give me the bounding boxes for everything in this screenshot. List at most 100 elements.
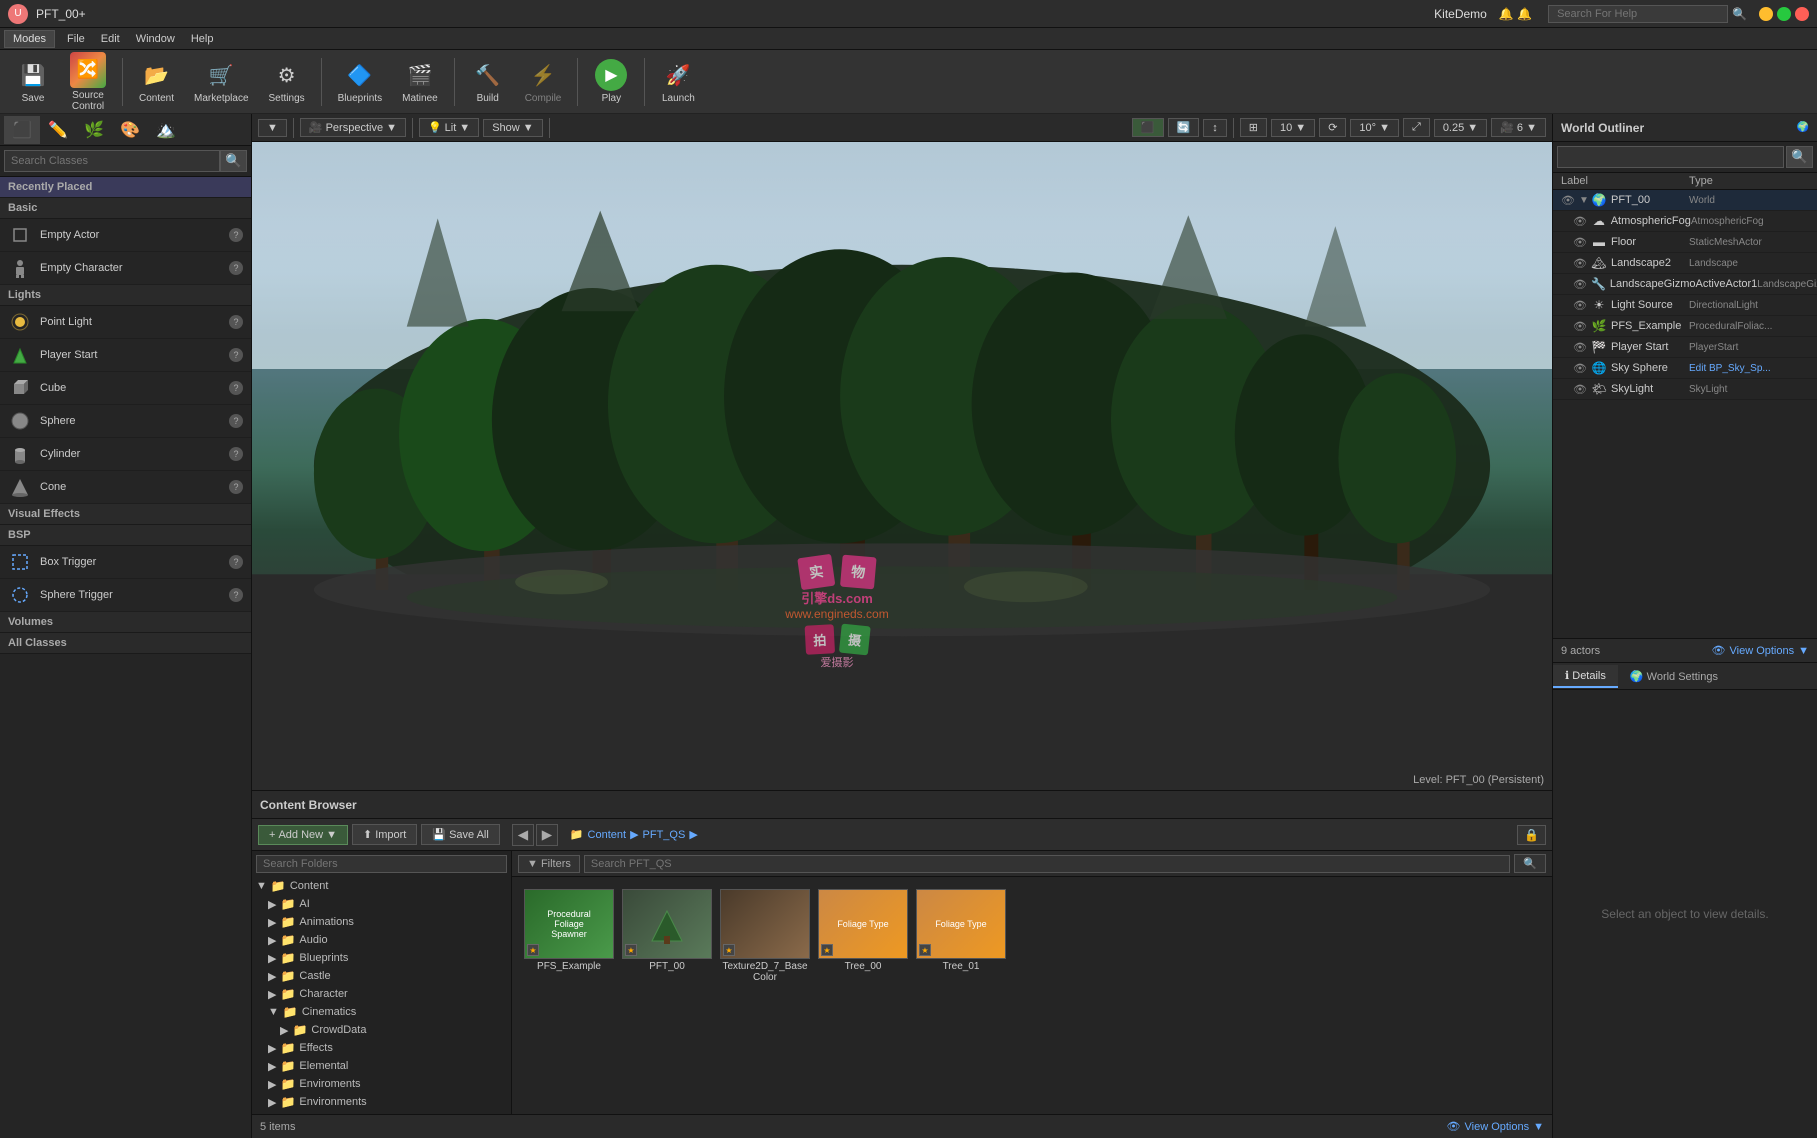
cb-search-input[interactable] [584, 855, 1510, 873]
scale-size[interactable]: 0.25 ▼ [1434, 119, 1487, 137]
class-search-button[interactable]: 🔍 [220, 150, 247, 172]
cb-breadcrumb-pftqs[interactable]: PFT_QS [643, 829, 686, 841]
mode-brush[interactable]: ✏️ [40, 116, 76, 144]
folder-animations[interactable]: ▶ 📁 Animations [252, 913, 511, 931]
close-button[interactable] [1795, 7, 1809, 21]
scale-btn[interactable]: ↕ [1203, 119, 1227, 137]
save-button[interactable]: 💾 Save [8, 55, 58, 108]
cb-item-pfs-example[interactable]: ★ ProceduralFoliageSpawner PFS_Example [524, 889, 614, 983]
marketplace-button[interactable]: 🛒 Marketplace [186, 55, 256, 108]
rot-size[interactable]: 10° ▼ [1350, 119, 1399, 137]
cb-item-tree00[interactable]: ★ Foliage Type Tree_00 [818, 889, 908, 983]
folder-castle[interactable]: ▶ 📁 Castle [252, 967, 511, 985]
show-btn[interactable]: Show ▼ [483, 119, 542, 137]
item-cone[interactable]: Cone ? [0, 471, 251, 504]
eye-pfs[interactable]: 👁 [1573, 319, 1587, 333]
cb-search-button[interactable]: 🔍 [1514, 854, 1546, 873]
menu-help[interactable]: Help [183, 31, 222, 47]
settings-button[interactable]: ⚙ Settings [261, 55, 313, 108]
sphere-info[interactable]: ? [229, 414, 243, 428]
compile-button[interactable]: ⚡ Compile [517, 55, 570, 108]
cat-recently-placed[interactable]: Recently Placed [0, 177, 251, 198]
folder-cinematics[interactable]: ▼ 📁 Cinematics [252, 1003, 511, 1021]
cb-back-button[interactable]: ◀ [512, 824, 534, 846]
tab-world-settings[interactable]: 🌍 World Settings [1618, 666, 1730, 687]
outliner-search-input[interactable] [1557, 146, 1784, 168]
grid-size[interactable]: 10 ▼ [1271, 119, 1315, 137]
perspective-btn[interactable]: 🎥 Perspective ▼ [300, 118, 406, 137]
item-sphere[interactable]: Sphere ? [0, 405, 251, 438]
outliner-item-world[interactable]: 👁 ▼ 🌍 PFT_00 World [1553, 190, 1817, 211]
eye-skysphere[interactable]: 👁 [1573, 361, 1587, 375]
folder-elemental[interactable]: ▶ 📁 Elemental [252, 1057, 511, 1075]
outliner-item-skysphere[interactable]: 👁 🌐 Sky Sphere Edit BP_Sky_Sp... [1553, 358, 1817, 379]
item-point-light[interactable]: Point Light ? [0, 306, 251, 339]
cb-lock[interactable]: 🔒 [1517, 825, 1546, 845]
outliner-col-type[interactable]: Type [1689, 175, 1809, 187]
folder-enviroments[interactable]: ▶ 📁 Enviroments [252, 1075, 511, 1093]
outliner-item-landgizmo[interactable]: 👁 🔧 LandscapeGizmoActiveActor1 Landscape… [1553, 274, 1817, 295]
folder-ai[interactable]: ▶ 📁 AI [252, 895, 511, 913]
grid-snap-btn[interactable]: ⊞ [1240, 118, 1267, 137]
cube-info[interactable]: ? [229, 381, 243, 395]
cat-bsp[interactable]: BSP [0, 525, 251, 546]
minimize-button[interactable] [1759, 7, 1773, 21]
rot-snap-btn[interactable]: ⟳ [1319, 118, 1346, 137]
outliner-view-options[interactable]: 👁 View Options ▼ [1712, 644, 1809, 657]
expand-pft00[interactable]: ▼ [1579, 195, 1591, 206]
eye-floor[interactable]: 👁 [1573, 235, 1587, 249]
mode-paint[interactable]: 🎨 [112, 116, 148, 144]
folder-environments[interactable]: ▶ 📁 Environments [252, 1093, 511, 1111]
item-sphere-trigger[interactable]: Sphere Trigger ? [0, 579, 251, 612]
modes-button[interactable]: Modes [4, 30, 55, 48]
outliner-col-label[interactable]: Label [1561, 175, 1689, 187]
eye-playerstart[interactable]: 👁 [1573, 340, 1587, 354]
search-help-input[interactable] [1548, 5, 1728, 23]
folder-effects[interactable]: ▶ 📁 Effects [252, 1039, 511, 1057]
launch-button[interactable]: 🚀 Launch [653, 55, 703, 108]
item-cube[interactable]: Cube ? [0, 372, 251, 405]
box-trigger-info[interactable]: ? [229, 555, 243, 569]
folder-audio[interactable]: ▶ 📁 Audio [252, 931, 511, 949]
eye-pft00[interactable]: 👁 [1561, 193, 1575, 207]
cb-forward-button[interactable]: ▶ [536, 824, 558, 846]
empty-character-info[interactable]: ? [229, 261, 243, 275]
play-button[interactable]: ▶ Play [586, 55, 636, 108]
mode-select[interactable]: ⬛ [4, 116, 40, 144]
add-new-button[interactable]: + Add New ▼ [258, 825, 348, 845]
cb-breadcrumb-content[interactable]: Content [588, 829, 627, 841]
menu-file[interactable]: File [59, 31, 93, 47]
save-all-button[interactable]: 💾 Save All [421, 824, 499, 845]
class-search-input[interactable] [4, 150, 220, 172]
blueprints-button[interactable]: 🔷 Blueprints [330, 55, 390, 108]
empty-actor-info[interactable]: ? [229, 228, 243, 242]
cb-item-texture2d[interactable]: ★ Texture2D_7_BaseColor [720, 889, 810, 983]
folder-content[interactable]: ▼ 📁 Content [252, 877, 511, 895]
tab-details[interactable]: ℹ Details [1553, 665, 1618, 688]
outliner-item-pfs[interactable]: 👁 🌿 PFS_Example ProceduralFoliac... [1553, 316, 1817, 337]
eye-landscape2[interactable]: 👁 [1573, 256, 1587, 270]
cat-visual-effects[interactable]: Visual Effects [0, 504, 251, 525]
cat-volumes[interactable]: Volumes [0, 612, 251, 633]
folder-crowddata[interactable]: ▶ 📁 CrowdData [252, 1021, 511, 1039]
rotate-btn[interactable]: 🔄 [1168, 118, 1200, 137]
eye-lightsource[interactable]: 👁 [1573, 298, 1587, 312]
item-empty-character[interactable]: Empty Character ? [0, 252, 251, 285]
item-box-trigger[interactable]: Box Trigger ? [0, 546, 251, 579]
player-start-info[interactable]: ? [229, 348, 243, 362]
import-button[interactable]: ⬆ Import [352, 824, 417, 845]
viewport[interactable]: 实 物 引擎ds.com www.engineds.com 拍 摄 爱摄影 Le… [252, 142, 1552, 790]
menu-edit[interactable]: Edit [93, 31, 128, 47]
cat-all-classes[interactable]: All Classes [0, 633, 251, 654]
cone-info[interactable]: ? [229, 480, 243, 494]
menu-window[interactable]: Window [128, 31, 183, 47]
viewport-dropdown[interactable]: ▼ [258, 119, 287, 137]
outliner-item-atmfog[interactable]: 👁 ☁ AtmosphericFog AtmosphericFog [1553, 211, 1817, 232]
folder-character[interactable]: ▶ 📁 Character [252, 985, 511, 1003]
maximize-button[interactable] [1777, 7, 1791, 21]
outliner-item-floor[interactable]: 👁 ▬ Floor StaticMeshActor [1553, 232, 1817, 253]
eye-atmfog[interactable]: 👁 [1573, 214, 1587, 228]
cb-item-pft00[interactable]: ★ PFT_00 [622, 889, 712, 983]
content-button[interactable]: 📂 Content [131, 55, 182, 108]
cb-item-tree01[interactable]: ★ Foliage Type Tree_01 [916, 889, 1006, 983]
